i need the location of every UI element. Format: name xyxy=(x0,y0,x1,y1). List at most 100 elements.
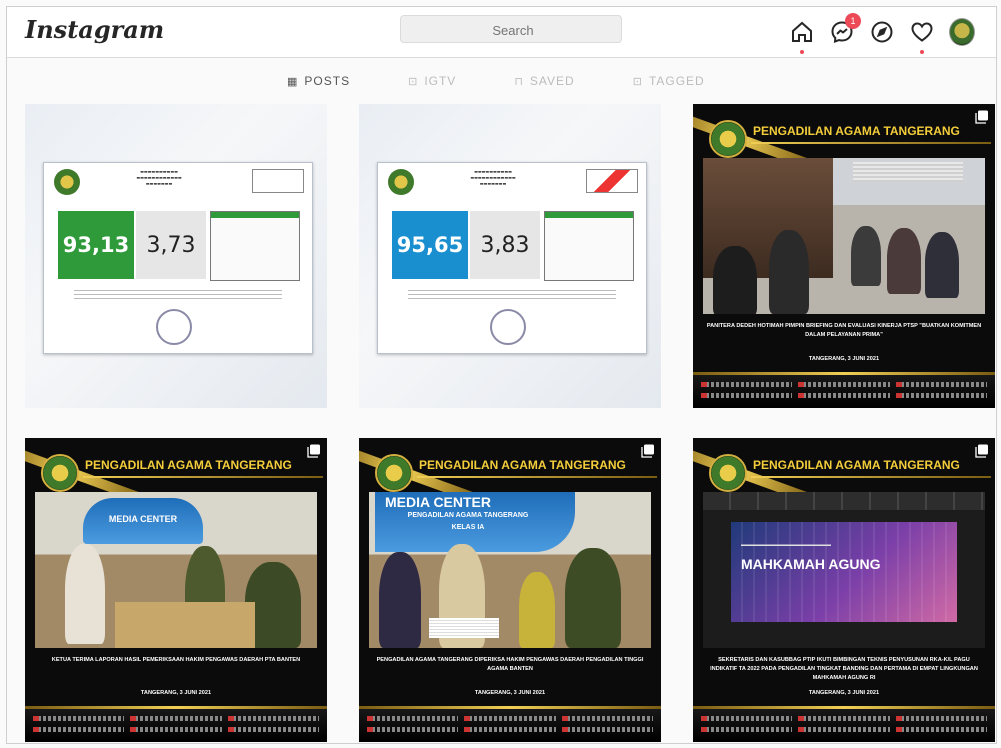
photo-papers xyxy=(429,618,499,638)
post-tile-1[interactable]: ▬▬▬▬▬▬▬▬▬▬ ▬▬▬▬▬▬▬▬▬▬▬▬ ▬▬▬▬▬▬▬ 93,13 3,73 xyxy=(25,104,327,408)
court-emblem-icon xyxy=(375,454,413,492)
post-tile-5[interactable]: PENGADILAN AGAMA TANGERANG MEDIA CENTER … xyxy=(359,438,661,742)
footer-row xyxy=(701,716,987,724)
news-header: PENGADILAN AGAMA TANGERANG xyxy=(85,458,292,472)
news-caption: PANITERA DEDEH HOTIMAH PIMPIN BRIEFING D… xyxy=(706,323,982,338)
profile-avatar[interactable] xyxy=(949,18,975,46)
photo-person xyxy=(565,548,621,648)
contact-footer xyxy=(693,372,995,408)
grid-icon: ▦ xyxy=(287,75,299,88)
tab-saved[interactable]: ⊓ SAVED xyxy=(514,69,574,93)
footer-row xyxy=(367,716,653,724)
news-caption: KETUA TERIMA LAPORAN HASIL PEMERIKSAAN H… xyxy=(51,657,301,663)
tab-igtv[interactable]: ⊡ IGTV xyxy=(408,69,456,93)
post-photo: MEDIA CENTER PENGADILAN AGAMA TANGERANG … xyxy=(369,492,651,648)
photo-banner-text: MEDIA CENTER xyxy=(108,514,178,524)
photo-person xyxy=(851,226,881,286)
top-navbar: Instagram 1 xyxy=(7,7,996,58)
multi-post-icon xyxy=(975,110,988,124)
photo-desk xyxy=(115,602,255,648)
post-photo: MEDIA CENTER xyxy=(35,492,317,648)
tab-saved-label: SAVED xyxy=(529,74,575,88)
photo-person xyxy=(887,228,921,294)
tagged-icon: ⊡ xyxy=(632,75,643,88)
video-call-slide: ▬▬▬▬▬▬▬▬▬▬▬▬▬▬▬▬▬▬ MAHKAMAH AGUNG xyxy=(731,522,957,622)
post-tile-4[interactable]: PENGADILAN AGAMA TANGERANG MEDIA CENTER … xyxy=(25,438,327,742)
footer-row xyxy=(701,727,987,735)
photo-window-blind xyxy=(853,162,963,182)
home-icon[interactable] xyxy=(789,19,815,54)
news-date: TANGERANG, 3 JUNI 2021 xyxy=(474,690,546,696)
news-header: PENGADILAN AGAMA TANGERANG xyxy=(419,458,626,472)
post-photo: ▬▬▬▬▬▬▬▬▬▬▬▬▬▬▬▬▬▬ MAHKAMAH AGUNG xyxy=(703,492,985,648)
certificate-heading: ▬▬▬▬▬▬▬▬▬▬ ▬▬▬▬▬▬▬▬▬▬▬▬ ▬▬▬▬▬▬▬ xyxy=(470,169,516,186)
score-secondary: 3,73 xyxy=(136,211,206,279)
bookmark-icon: ⊓ xyxy=(514,75,524,88)
footer-row xyxy=(33,727,319,735)
court-emblem-icon xyxy=(54,169,80,195)
certificate-text-lines xyxy=(408,287,616,301)
photo-banner-text: MEDIA CENTER xyxy=(384,494,492,510)
certificate-document: ▬▬▬▬▬▬▬▬▬▬ ▬▬▬▬▬▬▬▬▬▬▬▬ ▬▬▬▬▬▬▬ 93,13 3,73 xyxy=(43,162,313,354)
court-emblem-icon xyxy=(709,120,747,158)
certificate-stamp xyxy=(586,169,638,193)
tab-posts[interactable]: ▦ POSTS xyxy=(287,69,350,93)
activity-notification-dot xyxy=(920,50,924,54)
post-tile-3[interactable]: PENGADILAN AGAMA TANGERANG PANITERA DEDE… xyxy=(693,104,995,408)
messenger-icon[interactable]: 1 xyxy=(829,13,861,45)
slide-subtitle-line: ▬▬▬▬▬▬▬▬▬▬▬▬▬▬▬▬▬▬ xyxy=(741,542,831,548)
post-tile-6[interactable]: PENGADILAN AGAMA TANGERANG ▬▬▬▬▬▬▬▬▬▬▬▬▬… xyxy=(693,438,995,742)
photo-banner-subtext: KELAS IA xyxy=(451,524,485,531)
video-call-participants xyxy=(703,492,985,510)
score-main: 93,13 xyxy=(58,211,134,279)
instagram-logo[interactable]: Instagram xyxy=(25,15,164,44)
court-emblem-icon xyxy=(41,454,79,492)
certificate-stamp xyxy=(252,169,304,193)
footer-row xyxy=(33,716,319,724)
instagram-window: Instagram 1 ▦ POSTS xyxy=(6,6,997,744)
certificate-heading: ▬▬▬▬▬▬▬▬▬▬ ▬▬▬▬▬▬▬▬▬▬▬▬ ▬▬▬▬▬▬▬ xyxy=(136,169,182,186)
contact-footer xyxy=(25,706,327,742)
contact-footer xyxy=(359,706,661,742)
search-input[interactable] xyxy=(401,16,625,44)
photo-person xyxy=(925,232,959,298)
certificate-text-lines xyxy=(74,287,282,301)
post-photo xyxy=(703,158,985,314)
court-emblem-icon xyxy=(388,169,414,195)
multi-post-icon xyxy=(307,444,320,458)
photo-person xyxy=(379,552,421,648)
profile-tabs: ▦ POSTS ⊡ IGTV ⊓ SAVED ⊡ TAGGED xyxy=(287,69,747,93)
gold-rule xyxy=(751,142,991,144)
search-box[interactable] xyxy=(400,15,625,44)
gold-rule xyxy=(417,476,657,478)
photo-person xyxy=(65,544,105,644)
certificate-seal-icon xyxy=(490,309,526,345)
nav-icons: 1 xyxy=(789,13,975,54)
tab-tagged[interactable]: ⊡ TAGGED xyxy=(633,69,705,93)
news-caption: SEKRETARIS DAN KASUBBAG PTIP IKUTI BIMBI… xyxy=(710,657,978,681)
news-card: PENGADILAN AGAMA TANGERANG MEDIA CENTER … xyxy=(25,438,327,742)
score-table xyxy=(544,211,634,281)
news-card: PENGADILAN AGAMA TANGERANG PANITERA DEDE… xyxy=(693,104,995,408)
explore-compass-icon[interactable] xyxy=(869,19,895,45)
certificate-seal-icon xyxy=(156,309,192,345)
home-notification-dot xyxy=(800,50,804,54)
news-header: PENGADILAN AGAMA TANGERANG xyxy=(753,458,960,472)
post-tile-2[interactable]: ▬▬▬▬▬▬▬▬▬▬ ▬▬▬▬▬▬▬▬▬▬▬▬ ▬▬▬▬▬▬▬ 95,65 3,83 xyxy=(359,104,661,408)
footer-row xyxy=(701,393,987,401)
news-card: PENGADILAN AGAMA TANGERANG MEDIA CENTER … xyxy=(359,438,661,742)
multi-post-icon xyxy=(641,444,654,458)
slide-title: MAHKAMAH AGUNG xyxy=(741,556,881,572)
news-date: TANGERANG, 3 JUNI 2021 xyxy=(140,690,212,696)
igtv-icon: ⊡ xyxy=(408,75,419,88)
score-table xyxy=(210,211,300,281)
footer-row xyxy=(701,382,987,390)
news-date: TANGERANG, 3 JUNI 2021 xyxy=(808,356,880,362)
score-secondary: 3,83 xyxy=(470,211,540,279)
photo-person xyxy=(519,572,555,648)
news-header: PENGADILAN AGAMA TANGERANG xyxy=(753,124,960,138)
activity-heart-icon[interactable] xyxy=(909,19,935,54)
score-main: 95,65 xyxy=(392,211,468,279)
tab-tagged-label: TAGGED xyxy=(648,74,705,88)
court-emblem-icon xyxy=(709,454,747,492)
